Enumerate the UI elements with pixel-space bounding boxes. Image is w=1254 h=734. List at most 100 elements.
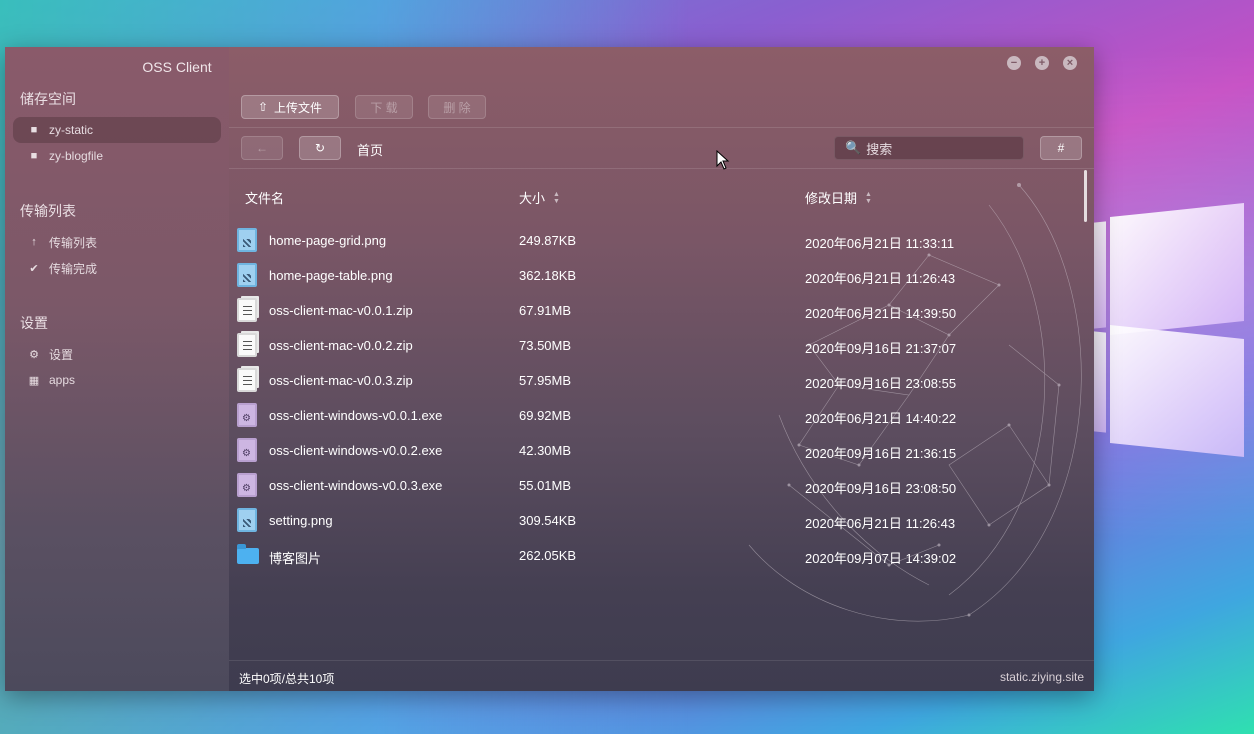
file-size: 262.05KB <box>519 548 577 563</box>
sidebar-item-transfer-list[interactable]: ↑ 传输列表 <box>13 229 221 255</box>
download-button[interactable]: 下 载 <box>355 95 413 119</box>
search-icon: 🔍 <box>845 140 862 155</box>
minimize-button[interactable]: − <box>1007 56 1021 70</box>
site-domain: static.ziying.site <box>999 670 1084 684</box>
back-button[interactable]: ← <box>241 136 283 160</box>
table-row[interactable]: 博客图片 262.05KB 2020年09月07日 14:39:02 <box>229 538 1084 573</box>
grid-icon: # <box>1057 141 1065 155</box>
close-button[interactable]: × <box>1063 56 1077 70</box>
table-row[interactable]: oss-client-windows-v0.0.1.exe 69.92MB 2020… <box>229 398 1084 433</box>
file-size: 362.18KB <box>519 268 577 283</box>
sidebar-item-transfer-done[interactable]: ✔ 传输完成 <box>13 255 221 281</box>
file-name: oss-client-windows-v0.0.3.exe <box>269 478 443 493</box>
nav-divider <box>229 168 1094 169</box>
search-input[interactable]: 🔍 搜索 <box>834 136 1024 160</box>
file-size: 73.50MB <box>519 338 572 353</box>
file-name: setting.png <box>269 513 333 528</box>
folder-icon: ■ <box>30 124 38 136</box>
upload-icon: ⇧ <box>257 100 269 114</box>
column-header-size-label: 大小 <box>519 191 546 206</box>
sidebar-item-settings[interactable]: ⚙ 设置 <box>13 341 221 367</box>
sidebar-item-label: zy-blogfile <box>49 149 104 163</box>
file-size: 57.95MB <box>519 373 572 388</box>
exe-file-icon <box>237 438 257 462</box>
scrollbar[interactable] <box>1084 170 1087 222</box>
column-header-size[interactable]: 大小 ▲ ▼ <box>519 188 560 207</box>
file-date: 2020年06月21日 11:26:43 <box>805 271 956 286</box>
arrow-up-icon: ↑ <box>31 236 37 248</box>
column-header-name[interactable]: 文件名 <box>245 188 284 207</box>
file-name: oss-client-mac-v0.0.1.zip <box>269 303 413 318</box>
file-size: 55.01MB <box>519 478 572 493</box>
file-date: 2020年09月16日 23:08:50 <box>805 481 957 496</box>
zip-file-icon <box>237 368 257 392</box>
upload-button[interactable]: ⇧ 上传文件 <box>241 95 339 119</box>
status-bar: 选中0项/总共10项 static.ziying.site <box>229 660 1094 691</box>
table-row[interactable]: setting.png 309.54KB 2020年06月21日 11:26:43 <box>229 503 1084 538</box>
file-name: oss-client-mac-v0.0.2.zip <box>269 338 413 353</box>
file-date: 2020年09月07日 14:39:02 <box>805 551 957 566</box>
transfer-section-title: 传输列表 <box>20 203 76 219</box>
file-date: 2020年09月16日 21:36:15 <box>805 446 957 461</box>
settings-section-title: 设置 <box>20 315 48 331</box>
table-row[interactable]: oss-client-windows-v0.0.3.exe 55.01MB 2020… <box>229 468 1084 503</box>
sidebar-item-label: zy-static <box>49 123 94 137</box>
table-row[interactable]: home-page-grid.png 249.87KB 2020年06月21日 11… <box>229 223 1084 258</box>
maximize-button[interactable]: + <box>1035 56 1049 70</box>
selection-count: 选中0项/总共10项 <box>239 672 335 686</box>
refresh-button[interactable]: ↻ <box>299 136 341 160</box>
windows-logo <box>1094 200 1254 460</box>
file-date: 2020年09月16日 23:08:55 <box>805 376 957 391</box>
zip-file-icon <box>237 333 257 357</box>
apps-grid-icon: ▦ <box>28 374 40 387</box>
file-size: 67.91MB <box>519 303 572 318</box>
file-size: 249.87KB <box>519 233 577 248</box>
check-circle-icon: ✔ <box>29 262 39 275</box>
file-date: 2020年06月21日 11:33:11 <box>805 236 955 251</box>
sort-icon[interactable]: ▲ ▼ <box>865 191 872 205</box>
sidebar-item-label: 传输列表 <box>49 235 98 250</box>
exe-file-icon <box>237 473 257 497</box>
column-header-date[interactable]: 修改日期 ▲ ▼ <box>805 188 872 207</box>
sidebar: OSS Client 储存空间 ■ zy-static ■ zy-blogfil… <box>5 47 229 691</box>
exe-file-icon <box>237 403 257 427</box>
file-date: 2020年06月21日 14:39:50 <box>805 306 957 321</box>
sidebar-item-zy-blogfile[interactable]: ■ zy-blogfile <box>13 143 221 169</box>
file-name: home-page-grid.png <box>269 233 387 248</box>
main-panel: − + × ⇧ 上传文件 下 载 删 除 ← ↻ 首页 🔍 搜索 # 文件名 大… <box>229 47 1094 691</box>
folder-icon: ■ <box>30 150 38 162</box>
image-file-icon <box>237 263 257 287</box>
file-name: home-page-table.png <box>269 268 393 283</box>
search-placeholder: 搜索 <box>866 141 893 157</box>
table-row[interactable]: oss-client-mac-v0.0.1.zip 67.91MB 2020年06月… <box>229 293 1084 328</box>
app-window: OSS Client 储存空间 ■ zy-static ■ zy-blogfil… <box>5 47 1094 691</box>
storage-section-title: 储存空间 <box>20 91 76 107</box>
gear-icon: ⚙ <box>29 348 39 361</box>
sidebar-item-zy-static[interactable]: ■ zy-static <box>13 117 221 143</box>
mouse-cursor-icon <box>716 150 730 170</box>
file-date: 2020年06月21日 11:26:43 <box>805 516 956 531</box>
file-size: 309.54KB <box>519 513 577 528</box>
table-row[interactable]: home-page-table.png 362.18KB 2020年06月21日 1… <box>229 258 1084 293</box>
breadcrumb[interactable]: 首页 <box>357 140 383 159</box>
sidebar-item-label: 设置 <box>49 347 74 362</box>
upload-label: 上传文件 <box>274 100 323 115</box>
sidebar-item-apps[interactable]: ▦ apps <box>13 367 221 393</box>
table-row[interactable]: oss-client-mac-v0.0.3.zip 57.95MB 2020年09月… <box>229 363 1084 398</box>
app-title: OSS Client <box>142 59 212 75</box>
file-size: 69.92MB <box>519 408 572 423</box>
grid-view-toggle[interactable]: # <box>1040 136 1082 160</box>
column-header-date-label: 修改日期 <box>805 191 858 206</box>
sidebar-item-label: 传输完成 <box>49 261 98 276</box>
refresh-icon: ↻ <box>314 141 326 155</box>
table-row[interactable]: oss-client-windows-v0.0.2.exe 42.30MB 2020… <box>229 433 1084 468</box>
image-file-icon <box>237 228 257 252</box>
table-row[interactable]: oss-client-mac-v0.0.2.zip 73.50MB 2020年09月… <box>229 328 1084 363</box>
delete-button[interactable]: 删 除 <box>428 95 486 119</box>
file-name: oss-client-windows-v0.0.1.exe <box>269 408 443 423</box>
sort-icon[interactable]: ▲ ▼ <box>553 191 560 205</box>
folder-icon <box>237 544 259 564</box>
image-file-icon <box>237 508 257 532</box>
file-size: 42.30MB <box>519 443 572 458</box>
file-date: 2020年09月16日 21:37:07 <box>805 341 957 356</box>
